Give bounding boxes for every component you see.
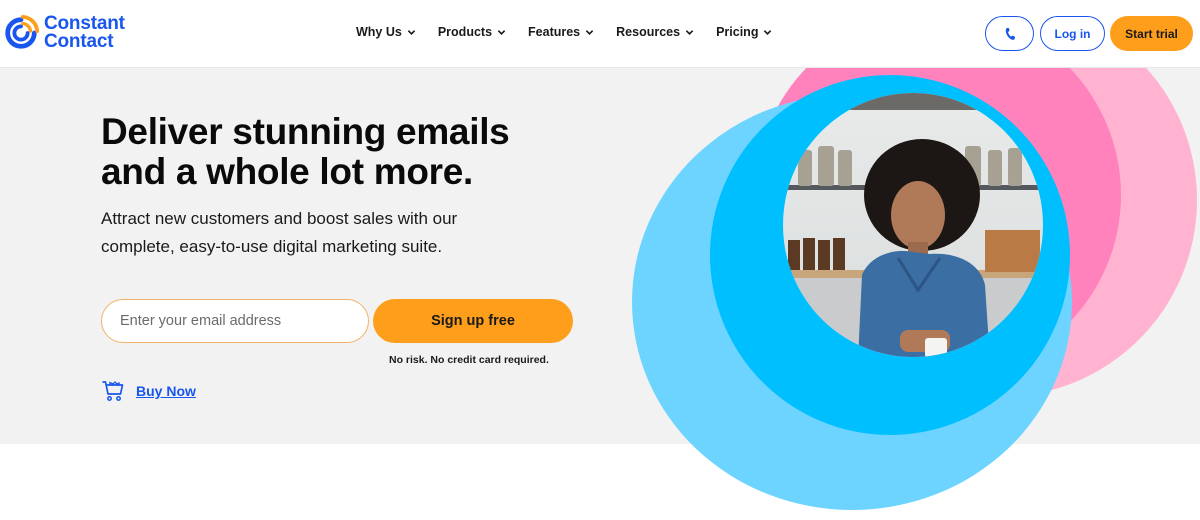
constant-contact-logo-icon (5, 14, 40, 49)
subtext-line-2: complete, easy-to-use digital marketing … (101, 237, 443, 256)
nav-item-pricing[interactable]: Pricing (716, 25, 772, 39)
chevron-down-icon (407, 29, 416, 35)
logo-line-2: Contact (44, 31, 114, 52)
page: Constant Contact Why Us Products Feature… (0, 0, 1200, 520)
nav-item-resources[interactable]: Resources (616, 25, 694, 39)
phone-icon (1005, 27, 1015, 40)
sign-up-free-button[interactable]: Sign up free (373, 299, 573, 343)
email-input[interactable] (101, 299, 369, 343)
no-risk-disclaimer: No risk. No credit card required. (389, 354, 549, 366)
chevron-down-icon (497, 29, 506, 35)
buy-now-link[interactable]: Buy Now (101, 379, 196, 403)
hero-subtext: Attract new customers and boost sales wi… (101, 205, 457, 261)
chevron-down-icon (585, 29, 594, 35)
chevron-down-icon (685, 29, 694, 35)
chevron-down-icon (764, 29, 772, 35)
main-nav: Why Us Products Features Resources Prici… (356, 25, 772, 39)
nav-label: Products (437, 25, 493, 39)
hero-headline: Deliver stunning emails and a whole lot … (101, 111, 510, 192)
nav-item-products[interactable]: Products (438, 25, 506, 39)
site-header: Constant Contact Why Us Products Feature… (0, 0, 1200, 68)
logo-text: Constant Contact (44, 14, 125, 52)
headline-line-2: and a whole lot more. (101, 151, 473, 192)
nav-item-features[interactable]: Features (528, 25, 594, 39)
logo[interactable]: Constant Contact (2, 14, 125, 52)
start-trial-button[interactable]: Start trial (1110, 16, 1193, 51)
headline-line-1: Deliver stunning emails (101, 111, 510, 152)
nav-label: Pricing (716, 25, 759, 39)
nav-item-why-us[interactable]: Why Us (356, 25, 416, 39)
subtext-line-1: Attract new customers and boost sales wi… (101, 209, 458, 228)
nav-label: Resources (616, 25, 681, 39)
shopping-cart-icon (102, 381, 124, 401)
buy-now-label: Buy Now (136, 383, 196, 399)
login-button[interactable]: Log in (1040, 16, 1105, 51)
nav-label: Features (528, 25, 581, 39)
nav-label: Why Us (356, 25, 402, 39)
phone-button[interactable] (985, 16, 1034, 51)
